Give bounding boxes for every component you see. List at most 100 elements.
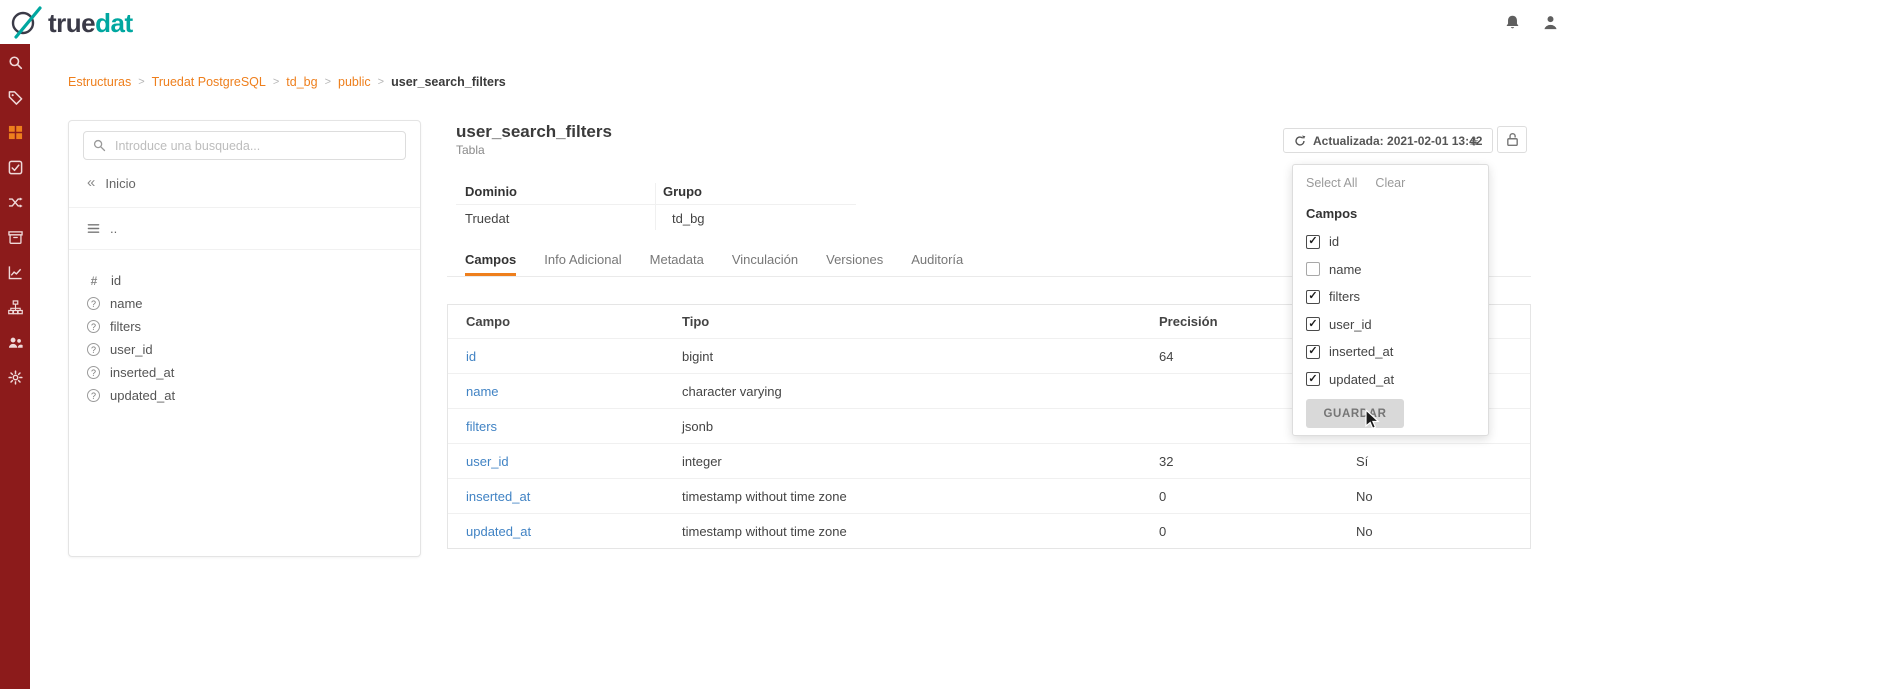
sidebar-item-search[interactable]: [8, 55, 23, 70]
tab-auditoria[interactable]: Auditoría: [911, 246, 963, 276]
tab-label: Info Adicional: [544, 252, 621, 267]
field-link[interactable]: filters: [448, 419, 664, 434]
table-row: user_id integer 32 Sí: [448, 443, 1530, 478]
sidebar-item-tasks[interactable]: [8, 160, 23, 175]
checkbox[interactable]: ✓: [1306, 290, 1320, 304]
sidebar-item-users[interactable]: [8, 335, 23, 350]
clear-link[interactable]: Clear: [1375, 176, 1405, 190]
browser-home-item[interactable]: « Inicio: [87, 173, 136, 193]
option-inserted-at[interactable]: ✓ inserted_at: [1306, 338, 1480, 366]
field-type: timestamp without time zone: [664, 524, 1141, 539]
field-list-item[interactable]: ? filters: [69, 315, 420, 338]
question-icon: ?: [87, 297, 100, 310]
search-icon: [93, 139, 106, 152]
tab-label: Metadata: [650, 252, 704, 267]
home-label: Inicio: [105, 176, 135, 191]
field-precision: 0: [1141, 489, 1338, 504]
divider: [655, 183, 656, 230]
refresh-updated-button[interactable]: Actualizada: 2021-02-01 13:42: [1283, 128, 1493, 153]
field-link[interactable]: id: [448, 349, 664, 364]
field-list-item[interactable]: ? inserted_at: [69, 361, 420, 384]
option-label: user_id: [1329, 317, 1372, 332]
browser-parent-item[interactable]: ..: [87, 217, 117, 239]
search-icon: [8, 55, 23, 70]
sidebar-item-relations[interactable]: [8, 195, 23, 210]
field-link[interactable]: updated_at: [448, 524, 664, 539]
option-id[interactable]: ✓ id: [1306, 228, 1480, 256]
user-menu-icon[interactable]: [1541, 13, 1559, 31]
page-subtitle: Tabla: [456, 143, 485, 157]
tab-label: Vinculación: [732, 252, 798, 267]
field-list: # id ? name ? filters ? user_id ? insert…: [69, 269, 420, 407]
stack-icon: [87, 222, 100, 235]
check-icon: ✓: [1308, 374, 1317, 385]
field-list-item[interactable]: # id: [69, 269, 420, 292]
column-header-campo: Campo: [448, 314, 664, 329]
option-updated-at[interactable]: ✓ updated_at: [1306, 366, 1480, 394]
field-link[interactable]: inserted_at: [448, 489, 664, 504]
dropdown-actions: Select All Clear: [1306, 176, 1405, 190]
lock-button[interactable]: [1497, 126, 1527, 153]
grupo-label: Grupo: [663, 184, 702, 199]
checkbox[interactable]: ✓: [1306, 345, 1320, 359]
field-list-item[interactable]: ? name: [69, 292, 420, 315]
divider: [69, 207, 420, 208]
field-label: id: [111, 273, 121, 288]
option-label: inserted_at: [1329, 344, 1393, 359]
grid-icon: [8, 125, 23, 140]
gear-icon: [8, 370, 23, 385]
field-nullable: Sí: [1338, 454, 1530, 469]
shuffle-icon: [8, 195, 23, 210]
option-name[interactable]: ✓ name: [1306, 256, 1480, 284]
sidebar-item-analytics[interactable]: [8, 265, 23, 280]
select-all-link[interactable]: Select All: [1306, 176, 1357, 190]
dominio-label: Dominio: [465, 184, 517, 199]
sidebar-item-lineage[interactable]: [8, 300, 23, 315]
structure-search-input[interactable]: [113, 138, 396, 154]
field-visibility-button[interactable]: [1463, 130, 1485, 152]
box-icon: [8, 230, 23, 245]
notifications-bell-icon[interactable]: [1503, 13, 1521, 31]
table-row: inserted_at timestamp without time zone …: [448, 478, 1530, 513]
tab-versiones[interactable]: Versiones: [826, 246, 883, 276]
structure-search-box: [83, 131, 406, 160]
sidebar-item-archive[interactable]: [8, 230, 23, 245]
field-precision: 32: [1141, 454, 1338, 469]
breadcrumb: Estructuras > Truedat PostgreSQL > td_bg…: [68, 75, 506, 89]
guardar-button[interactable]: GUARDAR: [1306, 399, 1404, 428]
checkbox[interactable]: ✓: [1306, 235, 1320, 249]
sidebar-item-settings[interactable]: [8, 370, 23, 385]
field-list-item[interactable]: ? user_id: [69, 338, 420, 361]
field-list-item[interactable]: ? updated_at: [69, 384, 420, 407]
dropdown-options: ✓ id ✓ name ✓ filters ✓ user_id ✓ insert…: [1306, 228, 1480, 393]
tab-vinculacion[interactable]: Vinculación: [732, 246, 798, 276]
checkbox[interactable]: ✓: [1306, 317, 1320, 331]
tab-metadata[interactable]: Metadata: [650, 246, 704, 276]
breadcrumb-link[interactable]: Estructuras: [68, 75, 131, 89]
bug-icon: [1469, 133, 1479, 150]
truedat-logo[interactable]: truedat: [10, 6, 133, 39]
tab-info-adicional[interactable]: Info Adicional: [544, 246, 621, 276]
option-user-id[interactable]: ✓ user_id: [1306, 311, 1480, 339]
logo-text: truedat: [48, 7, 133, 39]
check-icon: ✓: [1308, 236, 1317, 247]
checkbox[interactable]: ✓: [1306, 262, 1320, 276]
column-header-tipo: Tipo: [664, 314, 1141, 329]
field-label: user_id: [110, 342, 153, 357]
sidebar-item-structures[interactable]: [8, 125, 23, 140]
breadcrumb-link[interactable]: public: [338, 75, 371, 89]
breadcrumb-separator: >: [325, 76, 331, 88]
option-label: name: [1329, 262, 1362, 277]
tab-campos[interactable]: Campos: [465, 246, 516, 276]
breadcrumb-link[interactable]: Truedat PostgreSQL: [152, 75, 266, 89]
checkbox[interactable]: ✓: [1306, 372, 1320, 386]
breadcrumb-link[interactable]: td_bg: [286, 75, 317, 89]
field-link[interactable]: name: [448, 384, 664, 399]
option-label: id: [1329, 234, 1339, 249]
option-filters[interactable]: ✓ filters: [1306, 283, 1480, 311]
question-icon: ?: [87, 343, 100, 356]
logo-icon: [10, 6, 46, 39]
field-link[interactable]: user_id: [448, 454, 664, 469]
check-icon: ✓: [1308, 319, 1317, 330]
sidebar-item-tags[interactable]: [8, 90, 23, 105]
